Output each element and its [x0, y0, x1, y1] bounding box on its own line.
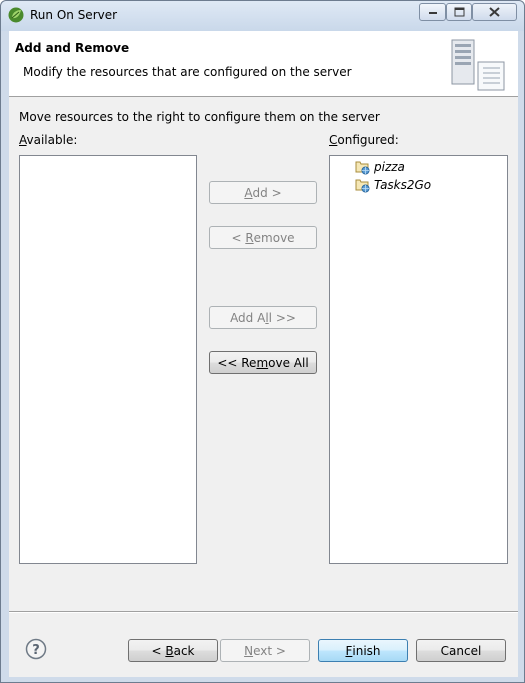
tree-item-label: pizza [374, 159, 405, 174]
next-label-post: ext > [253, 643, 286, 658]
remove-all-button[interactable]: << Re m ove All [209, 351, 317, 374]
help-icon[interactable]: ? [25, 638, 47, 660]
available-list[interactable] [19, 155, 197, 564]
server-wizard-icon [451, 39, 505, 91]
cancel-label: Cancel [440, 643, 482, 658]
web-project-icon [355, 179, 370, 192]
next-button[interactable]: Next > [220, 639, 310, 662]
footer-separator [9, 611, 518, 613]
window-title: Run On Server [30, 8, 118, 22]
page-title: Add and Remove [15, 41, 130, 55]
configured-label-rest: onfigured: [337, 133, 399, 147]
minimize-button[interactable] [419, 3, 446, 21]
wizard-header: Add and Remove Modify the resources that… [9, 31, 518, 97]
remove-all-mnemonic: m [256, 355, 269, 370]
instruction-text: Move resources to the right to configure… [19, 110, 380, 124]
add-all-label-post: l >> [268, 310, 296, 325]
remove-label-post: emove [253, 230, 295, 245]
configured-label: Configured: [329, 133, 399, 147]
back-label-pre: < [151, 643, 166, 658]
eclipse-spring-icon [8, 7, 24, 23]
title-bar[interactable]: Run On Server [1, 1, 524, 31]
remove-label-pre: < [231, 230, 246, 245]
add-all-button[interactable]: Add All >> [209, 306, 317, 329]
add-all-label-pre: Add A [230, 310, 266, 325]
dialog-client-area: Add and Remove Modify the resources that… [9, 31, 518, 677]
tree-item-pizza[interactable]: pizza [354, 158, 405, 175]
maximize-icon [454, 7, 464, 17]
back-label-post: ack [173, 643, 195, 658]
remove-button[interactable]: < Remove [209, 226, 317, 249]
web-project-icon [355, 161, 370, 174]
add-mnemonic: A [244, 185, 253, 200]
configured-tree[interactable]: pizza Tasks2Go [329, 155, 508, 564]
maximize-button[interactable] [446, 3, 472, 21]
back-button[interactable]: < Back [128, 639, 218, 662]
minimize-icon [428, 12, 437, 14]
finish-button[interactable]: Finish [318, 639, 408, 662]
close-icon [489, 7, 500, 17]
add-button[interactable]: Add > [209, 181, 317, 204]
remove-all-label-pre: << Re [217, 355, 257, 370]
available-label: Available: [19, 133, 77, 147]
finish-mnemonic: F [345, 643, 353, 658]
available-label-rest: vailable: [26, 133, 78, 147]
next-mnemonic: N [244, 643, 254, 658]
cancel-button[interactable]: Cancel [416, 639, 506, 662]
back-mnemonic: B [165, 643, 174, 658]
available-mnemonic: A [19, 133, 27, 147]
remove-all-label-post: ove All [268, 355, 309, 370]
remove-mnemonic: R [245, 230, 254, 245]
close-button[interactable] [472, 3, 517, 21]
svg-text:?: ? [32, 643, 40, 658]
tree-item-label: Tasks2Go [374, 177, 432, 192]
finish-label-post: inish [352, 643, 381, 658]
run-on-server-dialog: Run On Server Add and Remove Modify the … [0, 0, 525, 683]
tree-item-tasks2go[interactable]: Tasks2Go [354, 176, 431, 193]
page-description: Modify the resources that are configured… [23, 65, 352, 79]
add-label-post: dd > [252, 185, 282, 200]
